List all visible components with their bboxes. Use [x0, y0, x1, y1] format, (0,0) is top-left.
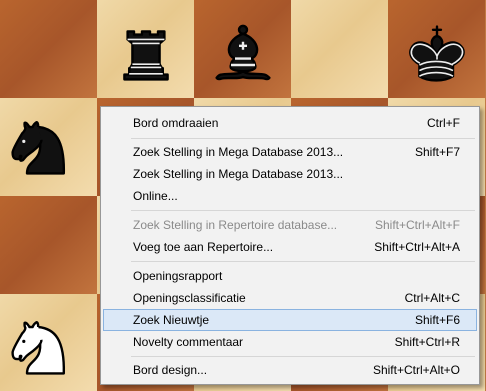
menu-item-shortcut: Ctrl+F [427, 116, 460, 130]
menu-item-shortcut: Shift+Ctrl+Alt+A [374, 240, 460, 254]
menu-item-opening-report[interactable]: Openingsrapport [103, 265, 477, 287]
menu-separator [131, 356, 475, 357]
menu-item-label: Zoek Stelling in Repertoire database... [133, 218, 338, 232]
board-square[interactable] [0, 0, 97, 98]
menu-item-search-repertoire[interactable]: Zoek Stelling in Repertoire database... … [103, 214, 477, 236]
black-rook-icon[interactable] [97, 4, 194, 102]
menu-item-flip-board[interactable]: Bord omdraaien Ctrl+F [103, 112, 477, 134]
menu-item-add-to-repertoire[interactable]: Voeg toe aan Repertoire... Shift+Ctrl+Al… [103, 236, 477, 258]
menu-item-label: Zoek Nieuwtje [133, 313, 210, 327]
menu-separator [131, 261, 475, 262]
white-knight-icon[interactable] [0, 298, 87, 391]
menu-item-shortcut: Shift+F6 [414, 313, 460, 327]
menu-item-label: Zoek Stelling in Mega Database 2013... [133, 145, 344, 159]
menu-item-shortcut: Shift+Ctrl+Alt+O [372, 363, 460, 377]
board-square[interactable] [291, 0, 388, 98]
black-knight-icon[interactable] [0, 98, 87, 196]
menu-item-shortcut: Shift+Ctrl+R [394, 335, 460, 349]
menu-item-online[interactable]: Online... [103, 185, 477, 207]
menu-item-search-mega-database[interactable]: Zoek Stelling in Mega Database 2013... S… [103, 141, 477, 163]
menu-item-label: Voeg toe aan Repertoire... [133, 240, 274, 254]
menu-item-board-design[interactable]: Bord design... Shift+Ctrl+Alt+O [103, 359, 477, 381]
menu-item-label: Openingsclassificatie [133, 291, 246, 305]
menu-item-search-novelty[interactable]: Zoek Nieuwtje Shift+F6 [103, 309, 477, 331]
menu-item-search-mega-database-2[interactable]: Zoek Stelling in Mega Database 2013... [103, 163, 477, 185]
menu-item-label: Bord design... [133, 363, 208, 377]
menu-item-label: Online... [133, 189, 178, 203]
board-square[interactable] [0, 196, 97, 294]
menu-item-novelty-commentary[interactable]: Novelty commentaar Shift+Ctrl+R [103, 331, 477, 353]
menu-item-shortcut: Shift+Ctrl+Alt+F [374, 218, 460, 232]
menu-item-shortcut: Ctrl+Alt+C [404, 291, 460, 305]
menu-item-label: Bord omdraaien [133, 116, 219, 130]
menu-item-label: Openingsrapport [133, 269, 223, 283]
menu-separator [131, 210, 475, 211]
menu-item-label: Zoek Stelling in Mega Database 2013... [133, 167, 344, 181]
menu-separator [131, 138, 475, 139]
black-king-icon[interactable] [388, 4, 485, 102]
menu-item-opening-classification[interactable]: Openingsclassificatie Ctrl+Alt+C [103, 287, 477, 309]
context-menu: Bord omdraaien Ctrl+F Zoek Stelling in M… [100, 106, 480, 385]
menu-item-label: Novelty commentaar [133, 335, 244, 349]
black-bishop-icon[interactable] [194, 4, 291, 102]
menu-item-shortcut: Shift+F7 [414, 145, 460, 159]
